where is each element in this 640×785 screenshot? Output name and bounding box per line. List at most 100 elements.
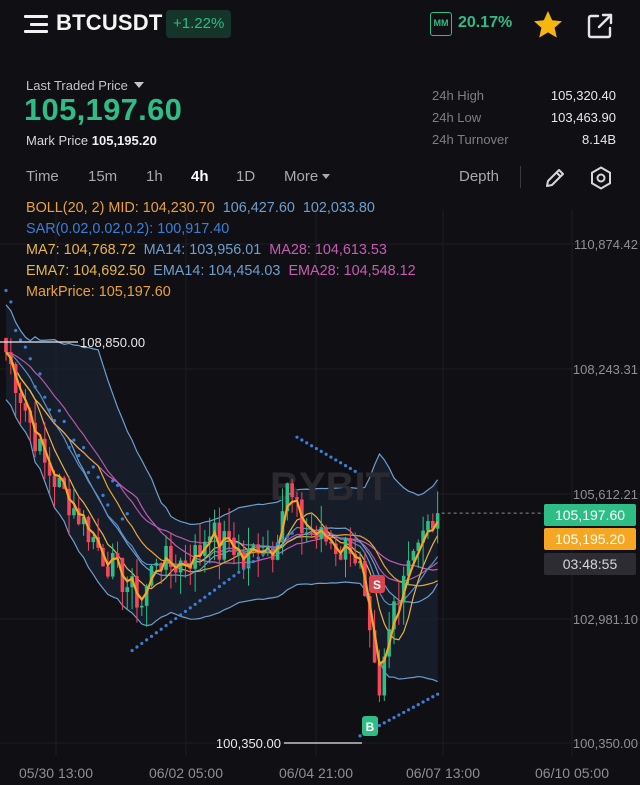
sar-dot [431,695,435,699]
tab-1h[interactable]: 1h [146,168,163,185]
sar-dot [130,648,134,653]
sar-dot [135,645,139,649]
indicator-value: EMA28: 104,548.12 [288,263,416,279]
low-marker-label: 100,350.00 [216,736,281,751]
candle-body [222,531,227,560]
sar-dot [4,288,8,293]
x-axis-label: 06/10 05:00 [535,765,609,781]
chart-toolbar: Time 15m 1h 4h 1D More Depth [0,162,640,192]
candle-body [227,531,231,538]
sar-dot [159,627,163,631]
y-axis-label: 100,350.00 [573,736,638,751]
sar-dot [203,595,207,599]
candle-body [110,552,115,577]
top-header: BTCUSDT +1.22% MM 20.17% [0,0,640,50]
sar-dot [232,574,236,578]
tab-time[interactable]: Time [26,168,59,185]
indicator-legend: BOLL(20, 2) MID: 104,230.70 106,427.60 102… [26,198,626,303]
candle-body [4,337,8,353]
sar-dot [300,438,304,442]
sar-dot [339,461,343,465]
tab-4h[interactable]: 4h [191,168,209,185]
sar-dot [18,338,23,342]
candle-body [106,566,110,577]
candle-body [125,587,130,593]
last-traded-price-dropdown[interactable]: Last Traded Price [26,78,144,93]
mm-value[interactable]: 20.17% [458,14,512,32]
sar-dot [82,445,86,450]
tab-15m[interactable]: 15m [88,168,117,185]
stat-label: 24h High [432,87,485,103]
sar-dot [33,385,37,389]
sar-dot [314,446,318,451]
more-dropdown[interactable]: More [284,168,331,185]
sar-dot [295,435,299,439]
indicator-value: MA14: 103,956.01 [143,242,262,258]
sar-dot [111,479,115,483]
depth-button[interactable]: Depth [459,168,499,185]
sar-dot [164,624,168,628]
share-icon[interactable] [586,12,614,40]
sar-dot [125,512,129,516]
sar-dot [193,602,197,606]
candle-body [309,532,314,534]
sar-dot [276,542,280,546]
tab-1d[interactable]: 1D [236,168,255,185]
candle-body [304,532,309,534]
sar-dot [101,493,105,497]
sar-dot [212,588,217,592]
candle-body [178,560,183,573]
sar-dot [266,549,270,553]
indicator-value: EMA7: 104,692.50 [26,263,146,279]
indicator-line: MarkPrice: 105,197.60 [26,282,626,303]
menu-icon[interactable] [24,14,48,34]
pencil-icon[interactable] [542,165,568,191]
sar-dot [169,620,173,624]
sar-dot [227,577,231,582]
sar-dot [140,641,144,646]
sar-dot [52,419,57,423]
sar-dot [14,328,18,333]
sar-dot [208,592,212,596]
sar-dot [115,483,120,487]
sar-dot [43,395,47,399]
sar-dot [237,570,241,574]
more-label: More [284,168,319,185]
x-axis-label: 05/30 13:00 [19,765,93,781]
countdown-tag: 03:48:55 [544,553,636,575]
sar-dot [91,465,95,469]
stats-panel: 24h High 105,320.40 24h Low 103,463.90 2… [432,84,616,150]
sar-dot [421,700,425,704]
sar-dot [334,458,338,462]
sar-dot [86,470,91,475]
indicator-line: MA7: 104,768.72 MA14: 103,956.01 MA28: 104… [26,240,626,261]
indicator-value: SAR(0.02,0.02,0.2): 100,917.40 [26,221,230,237]
candle-body [115,552,120,558]
sar-dot [406,708,411,712]
sar-dot [106,503,110,507]
indicator-value: 106,427.60 [222,200,295,216]
star-icon[interactable] [532,9,564,41]
settings-icon[interactable] [588,165,614,191]
sar-dot [261,552,265,557]
sar-dot [353,469,357,473]
sar-dot [57,409,61,413]
sar-dot [256,556,260,560]
sar-dot [324,452,328,456]
sar-dot [309,444,314,448]
candle-body [397,601,401,603]
sar-dot [183,609,188,614]
sar-dot [188,606,192,610]
candle-body [154,562,159,566]
symbol-title[interactable]: BTCUSDT [56,10,163,36]
sar-dot [280,538,285,542]
indicator-value: MA7: 104,768.72 [26,242,136,258]
mark-price-label: Mark Price [26,133,89,148]
mm-icon[interactable]: MM [430,12,452,36]
sar-dot [285,535,289,539]
stat-label: 24h Turnover [432,131,509,147]
sar-dot [149,634,154,638]
sar-dot [348,466,352,471]
sar-dot [402,710,406,715]
indicator-line: BOLL(20, 2) MID: 104,230.70 106,427.60 102… [26,198,626,219]
